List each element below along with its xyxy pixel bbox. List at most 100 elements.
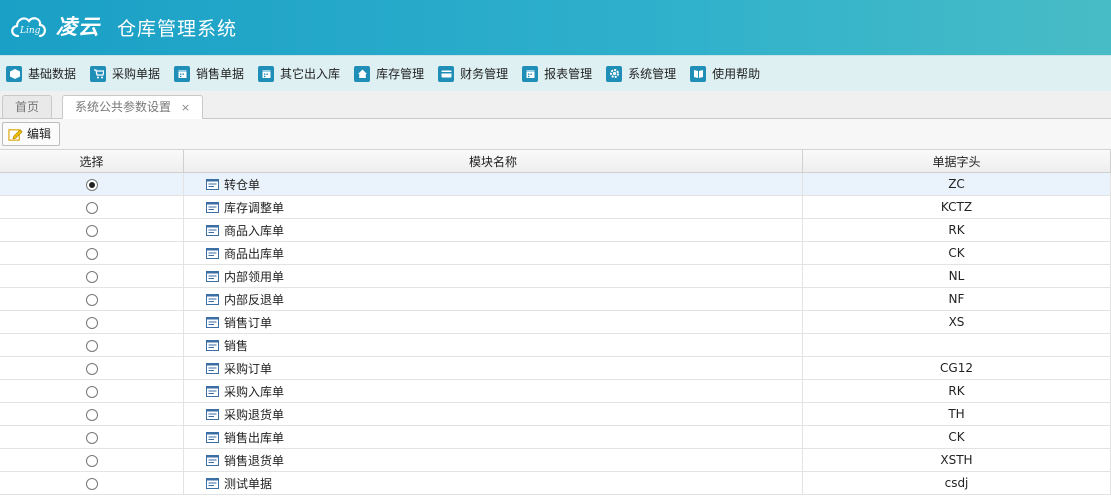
select-cell [0, 333, 184, 357]
menu-item-8[interactable]: 使用帮助 [690, 65, 760, 82]
table-row[interactable]: 采购订单 CG12 [0, 356, 1111, 380]
module-name-wrap: 内部反退单 [184, 291, 802, 308]
menu-item-3[interactable]: 其它出入库 [258, 65, 340, 82]
table-row[interactable]: 内部领用单 NL [0, 264, 1111, 288]
table-row[interactable]: 内部反退单 NF [0, 287, 1111, 311]
doc-prefix-cell: ZC [802, 172, 1111, 196]
row-radio[interactable] [85, 339, 98, 352]
table-row[interactable]: 商品入库单 RK [0, 218, 1111, 242]
row-radio[interactable] [85, 362, 98, 375]
module-name-cell: 采购入库单 [183, 379, 803, 403]
table-row[interactable]: 销售订单 XS [0, 310, 1111, 334]
table-row[interactable]: 销售出库单 CK [0, 425, 1111, 449]
module-name: 销售退货单 [224, 453, 285, 468]
app-title: 仓库管理系统 [117, 18, 238, 40]
row-radio[interactable] [85, 224, 98, 237]
module-name: 转仓单 [224, 177, 261, 192]
table-row[interactable]: 销售退货单 XSTH [0, 448, 1111, 472]
module-name-wrap: 销售出库单 [184, 429, 802, 446]
table-header-row: 选择 模块名称 单据字头 [0, 150, 1111, 173]
row-radio[interactable] [85, 408, 98, 421]
row-radio[interactable] [85, 201, 98, 214]
calendar-icon [522, 65, 539, 82]
edit-button[interactable]: 编辑 [2, 122, 61, 146]
module-name: 商品入库单 [224, 223, 285, 238]
module-name-cell: 采购订单 [183, 356, 803, 380]
menu-item-label: 其它出入库 [280, 67, 341, 81]
menu-item-1[interactable]: 采购单据 [90, 65, 160, 82]
doc-prefix-cell: RK [802, 218, 1111, 242]
doc-prefix-cell: TH [802, 402, 1111, 426]
menu-item-label: 采购单据 [112, 67, 161, 81]
cart-icon [90, 65, 107, 82]
module-name-cell: 商品出库单 [183, 241, 803, 265]
row-radio[interactable] [85, 178, 98, 191]
module-name-cell: 转仓单 [183, 172, 803, 196]
module-name-cell: 商品入库单 [183, 218, 803, 242]
header-module-name[interactable]: 模块名称 [183, 150, 803, 173]
menu-item-label: 使用帮助 [712, 67, 761, 81]
select-cell [0, 425, 184, 449]
header-doc-prefix[interactable]: 单据字头 [802, 150, 1111, 173]
module-table: 选择 模块名称 单据字头 转仓单 ZC 库存调整单 KCTZ 商品入库单 RK 商品出库单 C… [0, 150, 1111, 495]
tab-system-params[interactable]: 系统公共参数设置 × [62, 95, 204, 119]
select-cell [0, 356, 184, 380]
module-name-cell: 销售出库单 [183, 425, 803, 449]
module-name-wrap: 采购入库单 [184, 383, 802, 400]
module-name: 销售订单 [224, 315, 273, 330]
form-icon [206, 454, 219, 466]
row-radio[interactable] [85, 431, 98, 444]
menu-item-4[interactable]: 库存管理 [354, 65, 424, 82]
select-cell [0, 241, 184, 265]
row-radio[interactable] [85, 316, 98, 329]
form-icon [206, 408, 219, 420]
module-name-wrap: 商品入库单 [184, 222, 802, 239]
menu-item-7[interactable]: 系统管理 [606, 65, 676, 82]
module-name-wrap: 库存调整单 [184, 199, 802, 216]
module-name: 测试单据 [224, 476, 273, 491]
close-icon[interactable]: × [181, 101, 190, 114]
doc-prefix-cell: csdj [802, 471, 1111, 495]
module-name-wrap: 销售订单 [184, 314, 802, 331]
row-radio[interactable] [85, 385, 98, 398]
tab-home[interactable]: 首页 [2, 95, 53, 118]
calendar-icon [258, 65, 275, 82]
module-name: 内部领用单 [224, 269, 285, 284]
table-row[interactable]: 采购入库单 RK [0, 379, 1111, 403]
edit-button-label: 编辑 [27, 127, 52, 141]
select-cell [0, 218, 184, 242]
table-row[interactable]: 测试单据 csdj [0, 471, 1111, 495]
row-radio[interactable] [85, 247, 98, 260]
table-row[interactable]: 库存调整单 KCTZ [0, 195, 1111, 219]
menu-item-label: 销售单据 [196, 67, 245, 81]
menu-item-label: 系统管理 [628, 67, 677, 81]
menu-item-2[interactable]: 销售单据 [174, 65, 244, 82]
menu-item-6[interactable]: 报表管理 [522, 65, 592, 82]
table-row[interactable]: 采购退货单 TH [0, 402, 1111, 426]
select-cell [0, 195, 184, 219]
cube-icon [6, 65, 22, 82]
row-radio[interactable] [85, 477, 98, 490]
select-cell [0, 471, 184, 495]
menu-item-0[interactable]: 基础数据 [6, 65, 76, 82]
menu-item-5[interactable]: 财务管理 [438, 65, 508, 82]
table-row[interactable]: 销售 [0, 333, 1111, 357]
module-name: 采购退货单 [224, 407, 285, 422]
form-icon [206, 316, 219, 328]
module-name: 内部反退单 [224, 292, 285, 307]
form-icon [206, 477, 219, 489]
module-name-cell: 内部反退单 [183, 287, 803, 311]
table-body: 转仓单 ZC 库存调整单 KCTZ 商品入库单 RK 商品出库单 CK 内部领用单 NL 内部反退单… [0, 172, 1111, 495]
logo-small-text: Ling [20, 26, 41, 36]
row-radio[interactable] [85, 270, 98, 283]
module-name-wrap: 采购退货单 [184, 406, 802, 423]
table-row[interactable]: 商品出库单 CK [0, 241, 1111, 265]
table-row[interactable]: 转仓单 ZC [0, 172, 1111, 196]
module-name-cell: 内部领用单 [183, 264, 803, 288]
doc-prefix-cell: CG12 [802, 356, 1111, 380]
row-radio[interactable] [85, 293, 98, 306]
row-radio[interactable] [85, 454, 98, 467]
module-name-wrap: 销售 [184, 337, 802, 354]
select-cell [0, 310, 184, 334]
header-select[interactable]: 选择 [0, 150, 184, 173]
